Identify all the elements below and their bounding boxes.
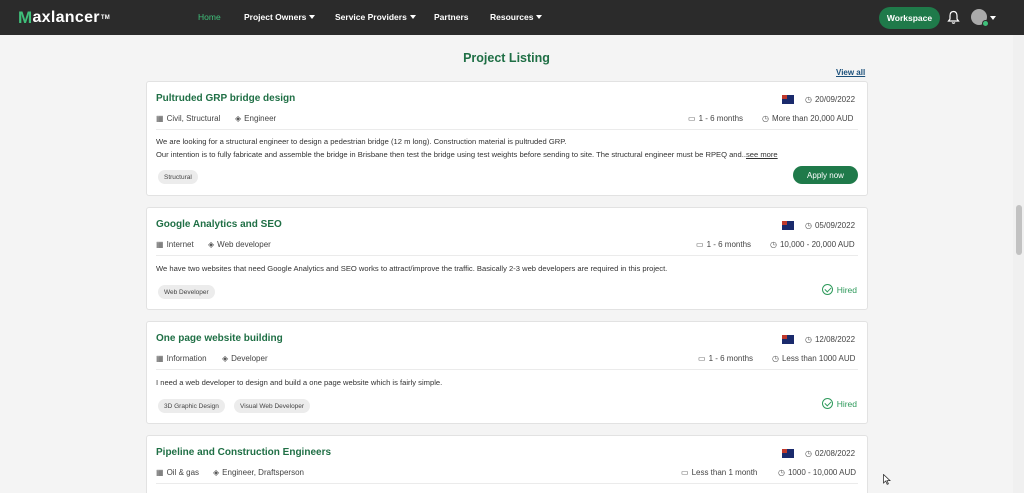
bell-icon[interactable] [947,10,960,25]
project-card: Pipeline and Construction Engineers ◷ 02/… [146,435,868,493]
nav-service-providers[interactable]: Service Providers [335,12,416,22]
project-description: I need a web developer to design and bui… [156,378,443,387]
skill-tag: Structural [158,170,198,184]
skill-tag: 3D Graphic Design [158,399,225,413]
australia-flag-icon [782,335,794,344]
project-industry: ▦ Civil, Structural [156,114,221,123]
scrollbar-thumb[interactable] [1016,205,1022,255]
calendar-icon: ▭ [688,114,696,123]
australia-flag-icon [782,221,794,230]
project-date: ◷ 20/09/2022 [805,95,856,104]
grid-icon: ▦ [156,114,164,123]
skill-tag: Web Developer [158,285,215,299]
calendar-icon: ▭ [681,468,689,477]
see-more-link[interactable]: see more [746,150,778,159]
project-duration: ▭ 1 - 6 months [688,114,744,123]
skill-tag: Visual Web Developer [234,399,311,413]
project-card: Google Analytics and SEO ◷ 05/09/2022 ▦ In… [146,207,868,310]
chevron-down-icon [309,15,316,19]
grid-icon: ▦ [156,240,164,249]
page-scrollbar[interactable] [1013,35,1024,493]
project-description: We are looking for a structural engineer… [156,137,778,159]
clock-icon: ◷ [805,95,812,104]
australia-flag-icon [782,95,794,104]
nav-home[interactable]: Home [198,12,221,22]
project-date: ◷ 05/09/2022 [805,221,856,230]
project-description: We have two websites that need Google An… [156,264,668,273]
maxlancer-logo[interactable]: M axlancer TM [18,8,110,28]
project-duration: ▭ 1 - 6 months [698,354,754,363]
divider [156,255,858,256]
project-date: ◷ 12/08/2022 [805,335,856,344]
clock-icon: ◷ [762,114,769,123]
divider [156,483,858,484]
clock-icon: ◷ [805,449,812,458]
view-all-link[interactable]: View all [836,68,865,77]
divider [156,369,858,370]
project-date: ◷ 02/08/2022 [805,449,856,458]
project-industry: ▦ Internet [156,240,194,249]
australia-flag-icon [782,449,794,458]
check-circle-icon [821,284,833,295]
project-budget: ◷ 1000 - 10,000 AUD [778,468,857,477]
project-title[interactable]: Pipeline and Construction Engineers [156,447,331,458]
chevron-down-icon [536,15,543,19]
project-role: ◈ Engineer, Draftsperson [213,468,304,477]
clock-icon: ◷ [772,354,779,363]
project-budget: ◷ More than 20,000 AUD [762,114,854,123]
workspace-button[interactable]: Workspace [879,7,940,29]
user-avatar[interactable] [971,9,989,27]
logo-text: axlancer [32,9,100,26]
grid-icon: ▦ [156,468,164,477]
project-title[interactable]: Pultruded GRP bridge design [156,93,295,104]
check-circle-icon [821,398,833,409]
nav-partners[interactable]: Partners [434,12,469,22]
hired-status: Hired [821,284,857,295]
hired-status: Hired [821,398,857,409]
project-budget: ◷ Less than 1000 AUD [772,354,856,363]
project-budget: ◷ 10,000 - 20,000 AUD [770,240,855,249]
layers-icon: ◈ [235,114,242,123]
layers-icon: ◈ [208,240,215,249]
online-status-dot [982,20,989,27]
project-role: ◈ Developer [222,354,268,363]
nav-project-owners[interactable]: Project Owners [244,12,316,22]
layers-icon: ◈ [213,468,220,477]
apply-now-button[interactable]: Apply now [793,166,858,184]
project-industry: ▦ Oil & gas [156,468,200,477]
clock-icon: ◷ [805,335,812,344]
page-title: Project Listing [463,51,550,65]
logo-mark: M [18,8,33,27]
top-navbar: M axlancer TM Home Project Owners Servic… [0,0,1024,35]
layers-icon: ◈ [222,354,229,363]
chevron-down-icon[interactable] [990,16,996,20]
project-card: Pultruded GRP bridge design ◷ 20/09/2022 … [146,81,868,196]
divider [156,129,858,130]
project-card: One page website building ◷ 12/08/2022 ▦ I… [146,321,868,424]
project-role: ◈ Web developer [208,240,271,249]
calendar-icon: ▭ [698,354,706,363]
clock-icon: ◷ [770,240,777,249]
project-industry: ▦ Information [156,354,207,363]
project-role: ◈ Engineer [235,114,277,123]
calendar-icon: ▭ [696,240,704,249]
project-duration: ▭ 1 - 6 months [696,240,752,249]
nav-resources[interactable]: Resources [490,12,543,22]
clock-icon: ◷ [778,468,785,477]
mouse-cursor-icon [883,474,891,485]
clock-icon: ◷ [805,221,812,230]
logo-trademark: TM [100,15,111,21]
project-title[interactable]: One page website building [156,333,283,344]
project-duration: ▭ Less than 1 month [681,468,758,477]
project-title[interactable]: Google Analytics and SEO [156,219,282,230]
chevron-down-icon [409,15,416,19]
grid-icon: ▦ [156,354,164,363]
